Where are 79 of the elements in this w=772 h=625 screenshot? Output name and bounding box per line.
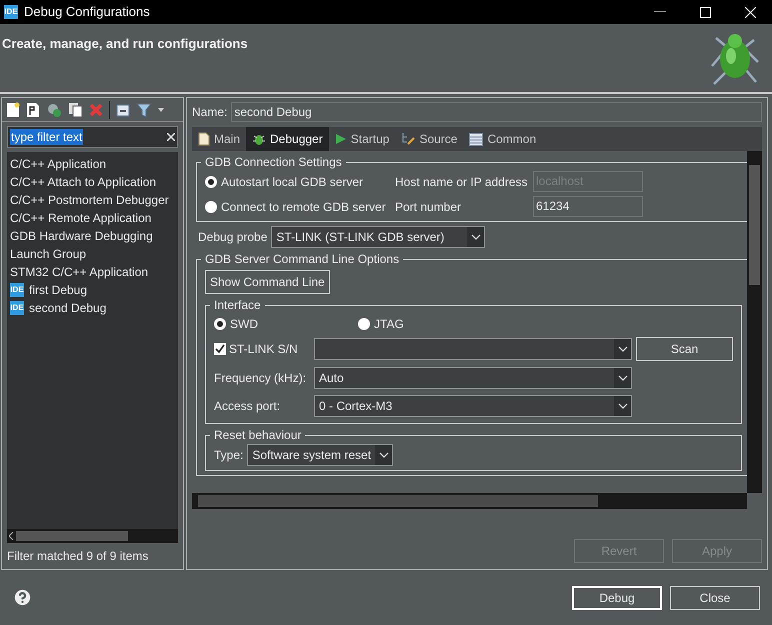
collapse-all-icon[interactable] <box>116 102 130 116</box>
radio-indicator[interactable] <box>205 200 217 212</box>
config-icon: IDE <box>10 283 24 297</box>
group-title: Interface <box>213 297 262 314</box>
bug-icon <box>252 132 266 146</box>
chevron-down-icon <box>618 403 628 409</box>
window-title: Debug Configurations <box>24 3 150 22</box>
export-icon[interactable] <box>46 102 62 118</box>
maximize-icon[interactable] <box>700 6 711 18</box>
tab[interactable]: Common <box>463 127 542 151</box>
horizontal-scrollbar[interactable] <box>7 529 178 543</box>
list-item[interactable]: C/C++ Postmortem Debugger <box>7 191 178 209</box>
list-item[interactable]: C/C++ Attach to Application <box>7 173 178 191</box>
chevron-down-icon <box>618 346 628 352</box>
radio-option[interactable]: Connect to remote GDB server <box>205 198 395 216</box>
serial-dropdown[interactable] <box>314 338 632 360</box>
dialog-button[interactable]: Close <box>670 586 760 610</box>
list-item[interactable]: Launch Group <box>7 245 178 263</box>
app-icon: IDE <box>4 5 18 19</box>
radio-indicator[interactable] <box>205 176 217 188</box>
reset-type-label: Type: <box>214 447 244 464</box>
new-prototype-icon[interactable] <box>26 102 40 118</box>
chevron-down-icon <box>470 234 481 240</box>
show-command-line-button[interactable]: Show Command Line <box>205 270 330 294</box>
group-title: GDB Connection Settings <box>204 154 343 171</box>
play-icon <box>334 133 347 145</box>
reset-type-dropdown[interactable]: Software system reset <box>247 444 394 466</box>
dropdown-icon[interactable] <box>158 108 164 112</box>
frequency-dropdown[interactable]: Auto <box>314 367 632 389</box>
vertical-scrollbar[interactable] <box>747 151 762 493</box>
host-label: Host name or IP address <box>395 174 529 190</box>
filter-status: Filter matched 9 of 9 items <box>6 548 150 565</box>
group-title: GDB Server Command Line Options <box>204 251 400 268</box>
probe-label: Debug probe <box>198 229 268 246</box>
header-title: Create, manage, and run configurations <box>1 35 249 53</box>
tab[interactable]: Source <box>395 127 464 151</box>
tab[interactable]: Startup <box>328 127 396 151</box>
probe-dropdown[interactable]: ST-LINK (ST-LINK GDB server) <box>271 226 486 248</box>
name-field[interactable]: second Debug <box>231 102 762 122</box>
dialog-button[interactable]: Debug <box>572 586 662 610</box>
close-icon[interactable] <box>745 6 756 18</box>
chevron-down-icon <box>618 375 628 381</box>
name-label: Name: <box>192 104 228 121</box>
access-port-dropdown[interactable]: 0 - Cortex-M3 <box>314 395 632 417</box>
filter-field[interactable]: type filter text <box>7 126 178 148</box>
new-icon[interactable] <box>6 102 20 118</box>
table-icon <box>469 132 484 146</box>
list-item[interactable]: IDE first Debug <box>7 281 178 299</box>
clear-icon[interactable] <box>167 133 175 141</box>
document-icon <box>198 132 210 146</box>
radio-option[interactable]: SWD <box>214 315 258 333</box>
chevron-down-icon <box>378 452 389 458</box>
scroll-left-icon[interactable] <box>9 532 14 540</box>
access-port-label: Access port: <box>214 398 282 415</box>
help-icon[interactable] <box>12 587 33 608</box>
tab[interactable]: Main <box>192 127 246 151</box>
check-icon <box>215 344 225 354</box>
source-icon <box>401 132 416 146</box>
radio-option[interactable]: JTAG <box>358 315 404 333</box>
scan-button[interactable]: Scan <box>636 337 733 361</box>
list-item[interactable]: IDE second Debug <box>7 299 178 317</box>
tab[interactable]: Debugger <box>246 127 329 151</box>
radio-option[interactable]: Autostart local GDB server <box>205 172 395 190</box>
list-item[interactable]: STM32 C/C++ Application <box>7 263 178 281</box>
horizontal-scrollbar[interactable] <box>192 493 747 509</box>
list-item[interactable]: C/C++ Remote Application <box>7 209 178 227</box>
radio-indicator[interactable] <box>358 318 370 330</box>
port-label: Port number <box>395 198 462 216</box>
list-item[interactable]: C/C++ Application <box>7 155 178 173</box>
port-field[interactable]: 61234 <box>533 196 643 217</box>
list-item[interactable]: GDB Hardware Debugging <box>7 227 178 245</box>
config-icon: IDE <box>10 301 24 315</box>
frequency-label: Frequency (kHz): <box>214 370 308 387</box>
filter-icon[interactable] <box>136 102 152 118</box>
duplicate-icon[interactable] <box>68 102 83 118</box>
serial-checkbox[interactable]: ST-LINK S/N <box>214 340 310 358</box>
minimize-icon[interactable] <box>654 11 666 13</box>
radio-indicator[interactable] <box>214 318 226 330</box>
group-title: Reset behaviour <box>213 427 302 444</box>
